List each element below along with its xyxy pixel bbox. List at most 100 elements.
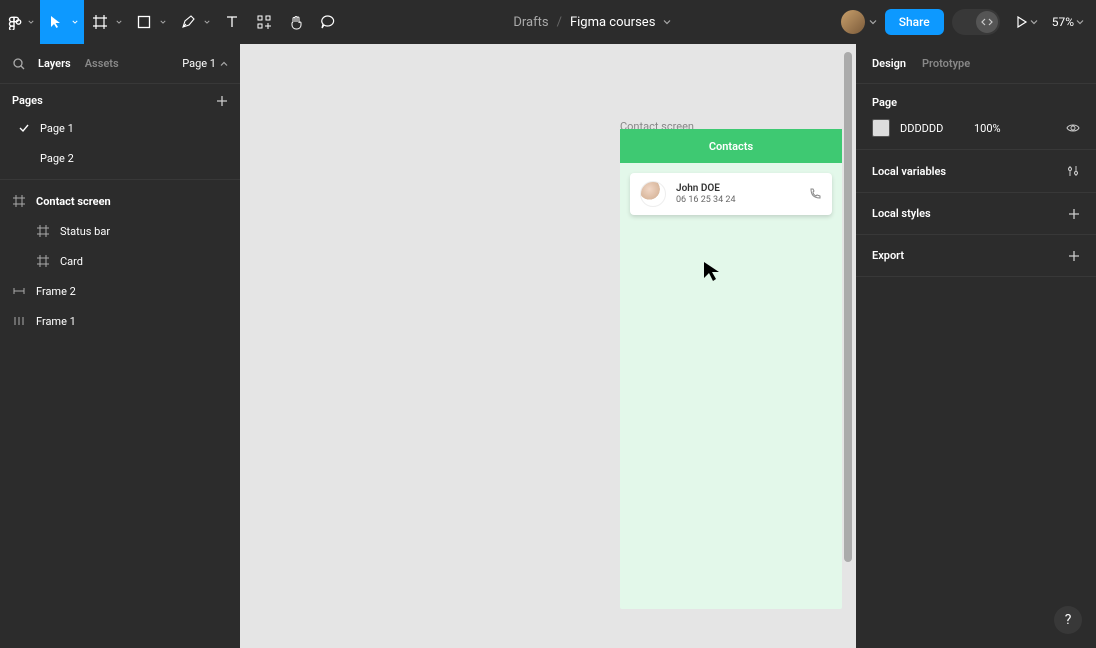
plus-icon bbox=[1068, 208, 1080, 220]
color-opacity-value[interactable]: 100% bbox=[974, 122, 1001, 135]
contact-card[interactable]: John DOE 06 16 25 34 24 bbox=[630, 173, 832, 215]
chevron-down-icon bbox=[1076, 18, 1084, 26]
vertical-scrollbar[interactable] bbox=[844, 52, 852, 562]
page-label: Page 1 bbox=[40, 122, 74, 135]
tab-prototype[interactable]: Prototype bbox=[922, 57, 970, 70]
search-icon[interactable] bbox=[12, 57, 26, 71]
zoom-control[interactable]: 57% bbox=[1052, 15, 1084, 29]
local-variables-label: Local variables bbox=[872, 165, 946, 178]
play-icon bbox=[1014, 15, 1028, 29]
help-icon: ? bbox=[1065, 612, 1072, 628]
file-breadcrumb[interactable]: Drafts / Figma courses bbox=[344, 15, 841, 30]
local-variables-section[interactable]: Local variables bbox=[856, 150, 1096, 193]
comment-icon bbox=[320, 14, 336, 30]
chevron-down-icon bbox=[869, 18, 877, 26]
dev-mode-knob bbox=[976, 11, 998, 33]
layer-label: Card bbox=[60, 255, 83, 268]
cursor-icon bbox=[48, 14, 64, 30]
page-row-page2[interactable]: Page 2 bbox=[0, 143, 240, 173]
chevron-down-icon bbox=[663, 18, 671, 26]
hand-tool-button[interactable] bbox=[280, 0, 312, 44]
layer-label: Frame 2 bbox=[36, 285, 76, 298]
autolayout-vert-icon bbox=[12, 315, 26, 327]
frame-icon bbox=[36, 225, 50, 237]
main-menu-chevron[interactable] bbox=[28, 18, 40, 26]
avatar bbox=[841, 10, 865, 34]
file-name: Figma courses bbox=[570, 15, 655, 30]
page-section: Page DDDDDD 100% bbox=[856, 84, 1096, 150]
user-avatar-menu[interactable] bbox=[841, 10, 877, 34]
sliders-icon bbox=[1066, 164, 1080, 178]
local-styles-label: Local styles bbox=[872, 207, 931, 220]
tab-design[interactable]: Design bbox=[872, 57, 906, 70]
page-selector[interactable]: Page 1 bbox=[182, 57, 228, 70]
contact-name: John DOE bbox=[676, 183, 736, 195]
tab-layers[interactable]: Layers bbox=[38, 57, 71, 70]
present-button[interactable] bbox=[1008, 15, 1044, 29]
layer-label: Frame 1 bbox=[36, 315, 76, 328]
pen-tool-button[interactable] bbox=[172, 0, 204, 44]
pages-heading: Pages bbox=[12, 94, 43, 107]
contact-avatar bbox=[640, 181, 666, 207]
frame-tool-chevron[interactable] bbox=[116, 18, 128, 26]
rectangle-icon bbox=[136, 14, 152, 30]
frame-tool-button[interactable] bbox=[84, 0, 116, 44]
artboard-contact-screen[interactable]: Contacts John DOE 06 16 25 34 24 bbox=[620, 129, 842, 609]
color-hex-value[interactable]: DDDDDD bbox=[900, 122, 964, 135]
move-tool-chevron[interactable] bbox=[72, 0, 84, 44]
status-bar[interactable]: Contacts bbox=[620, 129, 842, 163]
right-panel: Design Prototype Page DDDDDD 100% Local … bbox=[856, 44, 1096, 648]
text-icon bbox=[224, 14, 240, 30]
shape-tool-button[interactable] bbox=[128, 0, 160, 44]
page-selector-label: Page 1 bbox=[182, 57, 216, 70]
status-bar-title: Contacts bbox=[709, 140, 753, 153]
plus-icon bbox=[1068, 250, 1080, 262]
autolayout-horiz-icon bbox=[12, 285, 26, 297]
layer-status-bar[interactable]: Status bar bbox=[0, 216, 240, 246]
layer-contact-screen[interactable]: Contact screen bbox=[0, 186, 240, 216]
dev-mode-toggle[interactable] bbox=[952, 9, 1000, 35]
export-label: Export bbox=[872, 249, 904, 262]
frame-icon bbox=[36, 255, 50, 267]
breadcrumb-parent: Drafts bbox=[513, 15, 548, 30]
share-button[interactable]: Share bbox=[885, 9, 944, 35]
eye-icon bbox=[1066, 121, 1080, 135]
left-panel: Layers Assets Page 1 Pages Page 1 Page 2… bbox=[0, 44, 240, 648]
top-toolbar: Drafts / Figma courses Share 57% bbox=[0, 0, 1096, 44]
call-icon bbox=[808, 187, 822, 201]
comment-tool-button[interactable] bbox=[312, 0, 344, 44]
move-tool-button[interactable] bbox=[40, 0, 72, 44]
local-styles-section[interactable]: Local styles bbox=[856, 193, 1096, 235]
resources-icon bbox=[256, 14, 272, 30]
layer-frame-2[interactable]: Frame 2 bbox=[0, 276, 240, 306]
plus-icon[interactable] bbox=[216, 95, 228, 107]
contact-phone: 06 16 25 34 24 bbox=[676, 195, 736, 206]
layer-label: Status bar bbox=[60, 225, 110, 238]
resources-button[interactable] bbox=[248, 0, 280, 44]
page-background-control[interactable]: DDDDDD 100% bbox=[872, 119, 1080, 137]
layer-card[interactable]: Card bbox=[0, 246, 240, 276]
figma-logo-icon bbox=[8, 14, 24, 30]
page-label: Page 2 bbox=[40, 152, 74, 165]
main-menu-button[interactable] bbox=[0, 0, 28, 44]
check-icon bbox=[18, 123, 30, 133]
tab-assets[interactable]: Assets bbox=[85, 57, 119, 70]
export-section[interactable]: Export bbox=[856, 235, 1096, 277]
frame-icon bbox=[92, 14, 108, 30]
text-tool-button[interactable] bbox=[216, 0, 248, 44]
pen-tool-chevron[interactable] bbox=[204, 18, 216, 26]
help-button[interactable]: ? bbox=[1054, 606, 1082, 634]
chevron-up-icon bbox=[220, 60, 228, 68]
page-section-title: Page bbox=[872, 96, 1080, 109]
color-swatch[interactable] bbox=[872, 119, 890, 137]
pen-icon bbox=[180, 14, 196, 30]
chevron-down-icon bbox=[116, 18, 122, 26]
zoom-value: 57% bbox=[1052, 15, 1074, 29]
chevron-down-icon bbox=[28, 18, 34, 26]
chevron-down-icon bbox=[72, 18, 78, 26]
shape-tool-chevron[interactable] bbox=[160, 18, 172, 26]
page-row-page1[interactable]: Page 1 bbox=[0, 113, 240, 143]
design-canvas[interactable]: Contact screen Contacts John DOE 06 16 2… bbox=[240, 44, 856, 648]
layer-frame-1[interactable]: Frame 1 bbox=[0, 306, 240, 336]
visibility-toggle[interactable] bbox=[1066, 121, 1080, 135]
